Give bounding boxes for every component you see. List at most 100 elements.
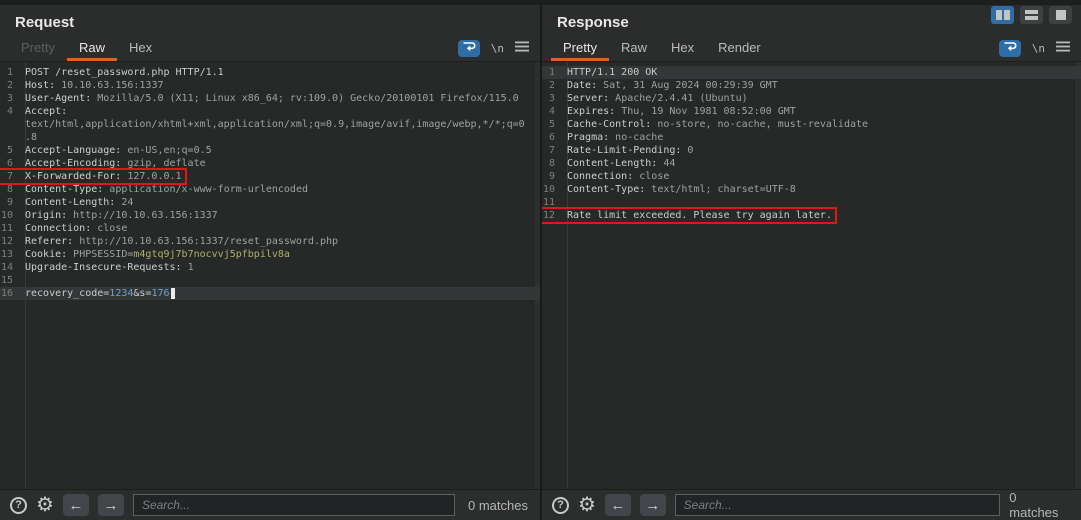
code-line[interactable]: 12Referer: http://10.10.63.156:1337/rese…: [0, 235, 540, 248]
request-tab-pretty[interactable]: Pretty: [9, 35, 67, 61]
line-text: Pragma: no-cache: [561, 131, 663, 144]
help-icon[interactable]: ?: [552, 497, 569, 514]
line-text: Upgrade-Insecure-Requests: 1: [19, 261, 194, 274]
show-newlines-toggle[interactable]: \n: [491, 42, 504, 55]
request-editor[interactable]: 1POST /reset_password.php HTTP/1.12Host:…: [0, 62, 540, 489]
request-tab-hex[interactable]: Hex: [117, 35, 164, 61]
line-number: 12: [0, 235, 19, 248]
code-line[interactable]: 11Connection: close: [0, 222, 540, 235]
help-icon[interactable]: ?: [10, 497, 27, 514]
code-line[interactable]: 12Rate limit exceeded. Please try again …: [542, 209, 1081, 222]
code-line[interactable]: 5Cache-Control: no-store, no-cache, must…: [542, 118, 1081, 131]
search-next-button[interactable]: →: [98, 494, 124, 516]
code-line[interactable]: 7X-Forwarded-For: 127.0.0.1: [0, 170, 540, 183]
wrap-text-toggle[interactable]: [999, 40, 1021, 57]
line-number: 11: [0, 222, 19, 235]
response-code-lines: 1HTTP/1.1 200 OK2Date: Sat, 31 Aug 2024 …: [542, 66, 1081, 222]
response-tabbar: PrettyRawHexRender \n: [542, 35, 1081, 62]
search-next-button[interactable]: →: [640, 494, 666, 516]
code-line[interactable]: 3Server: Apache/2.4.41 (Ubuntu): [542, 92, 1081, 105]
request-tabs: PrettyRawHex: [9, 35, 164, 61]
line-text: Rate limit exceeded. Please try again la…: [561, 209, 832, 222]
text-caret: [171, 288, 175, 299]
line-text: text/html,application/xhtml+xml,applicat…: [19, 118, 525, 131]
request-panel-header: Request PrettyRawHex \n: [0, 5, 540, 62]
response-tab-render[interactable]: Render: [706, 35, 773, 61]
editor-menu-button[interactable]: [515, 39, 529, 57]
code-line[interactable]: text/html,application/xhtml+xml,applicat…: [0, 118, 540, 131]
code-line[interactable]: 5Accept-Language: en-US,en;q=0.5: [0, 144, 540, 157]
line-number: 7: [542, 144, 561, 157]
response-search-input[interactable]: [675, 494, 1001, 516]
code-line[interactable]: 4Accept:: [0, 105, 540, 118]
response-tab-pretty[interactable]: Pretty: [551, 35, 609, 61]
code-line[interactable]: 7Rate-Limit-Pending: 0: [542, 144, 1081, 157]
request-match-count: 0 matches: [468, 498, 528, 513]
line-number: 5: [542, 118, 561, 131]
line-text: Date: Sat, 31 Aug 2024 00:29:39 GMT: [561, 79, 778, 92]
request-editor-toolbar: \n: [458, 37, 529, 59]
code-line[interactable]: 15: [0, 274, 540, 287]
code-line[interactable]: 10Origin: http://10.10.63.156:1337: [0, 209, 540, 222]
line-number: 3: [542, 92, 561, 105]
code-line[interactable]: 6Pragma: no-cache: [542, 131, 1081, 144]
code-line[interactable]: 3User-Agent: Mozilla/5.0 (X11; Linux x86…: [0, 92, 540, 105]
editor-menu-button[interactable]: [1056, 39, 1070, 57]
code-line[interactable]: 4Expires: Thu, 19 Nov 1981 08:52:00 GMT: [542, 105, 1081, 118]
code-line[interactable]: 1POST /reset_password.php HTTP/1.1: [0, 66, 540, 79]
search-previous-button[interactable]: ←: [63, 494, 89, 516]
line-number: 7: [0, 170, 19, 183]
code-line[interactable]: 2Date: Sat, 31 Aug 2024 00:29:39 GMT: [542, 79, 1081, 92]
search-settings-gear-icon[interactable]: ⚙: [36, 495, 54, 515]
hamburger-menu-icon: [1056, 39, 1070, 57]
line-text: [19, 274, 25, 287]
code-line[interactable]: 1HTTP/1.1 200 OK: [542, 66, 1081, 79]
line-text: Referer: http://10.10.63.156:1337/reset_…: [19, 235, 338, 248]
line-number: 5: [0, 144, 19, 157]
code-line[interactable]: 2Host: 10.10.63.156:1337: [0, 79, 540, 92]
search-previous-button[interactable]: ←: [605, 494, 631, 516]
line-text: recovery_code=1234&s=176: [19, 287, 175, 300]
code-line[interactable]: .8: [0, 131, 540, 144]
highlight-annotation-box: 7X-Forwarded-For: 127.0.0.1: [0, 168, 187, 185]
code-line[interactable]: 8Content-Length: 44: [542, 157, 1081, 170]
line-number: 14: [0, 261, 19, 274]
view-layout-buttons: [991, 6, 1072, 24]
request-tabbar: PrettyRawHex \n: [0, 35, 540, 62]
code-line[interactable]: 9Connection: close: [542, 170, 1081, 183]
line-number: 3: [0, 92, 19, 105]
request-search-input[interactable]: [133, 494, 455, 516]
line-text: Connection: close: [561, 170, 669, 183]
line-number: 8: [542, 157, 561, 170]
rows-layout-button[interactable]: [1020, 6, 1043, 24]
code-line[interactable]: 9Content-Length: 24: [0, 196, 540, 209]
wrap-text-icon: [1003, 39, 1017, 57]
response-editor[interactable]: 1HTTP/1.1 200 OK2Date: Sat, 31 Aug 2024 …: [542, 62, 1081, 489]
search-settings-gear-icon[interactable]: ⚙: [578, 495, 596, 515]
line-text: .8: [19, 131, 37, 144]
response-tab-hex[interactable]: Hex: [659, 35, 706, 61]
line-text: X-Forwarded-For: 127.0.0.1: [19, 170, 182, 183]
line-text: Content-Length: 24: [19, 196, 133, 209]
line-number: 4: [542, 105, 561, 118]
request-tab-raw[interactable]: Raw: [67, 35, 117, 61]
wrap-text-toggle[interactable]: [458, 40, 480, 57]
code-line[interactable]: 13Cookie: PHPSESSID=m4gtq9j7b7nocvvj5pfb…: [0, 248, 540, 261]
line-number: 2: [542, 79, 561, 92]
wrap-text-icon: [462, 39, 476, 57]
line-text: Rate-Limit-Pending: 0: [561, 144, 693, 157]
show-newlines-toggle[interactable]: \n: [1032, 42, 1045, 55]
line-number: [0, 118, 19, 131]
columns-layout-button[interactable]: [991, 6, 1014, 24]
code-line[interactable]: 16recovery_code=1234&s=176: [0, 287, 540, 300]
line-text: POST /reset_password.php HTTP/1.1: [19, 66, 224, 79]
single-layout-button[interactable]: [1049, 6, 1072, 24]
code-line[interactable]: 14Upgrade-Insecure-Requests: 1: [0, 261, 540, 274]
line-text: Accept-Language: en-US,en;q=0.5: [19, 144, 212, 157]
single-layout-icon: [1056, 10, 1066, 20]
response-tab-raw[interactable]: Raw: [609, 35, 659, 61]
highlight-annotation-box: 12Rate limit exceeded. Please try again …: [542, 207, 837, 224]
line-text: Cookie: PHPSESSID=m4gtq9j7b7nocvvj5pfbpi…: [19, 248, 290, 261]
line-text: Content-Type: text/html; charset=UTF-8: [561, 183, 796, 196]
code-line[interactable]: 10Content-Type: text/html; charset=UTF-8: [542, 183, 1081, 196]
